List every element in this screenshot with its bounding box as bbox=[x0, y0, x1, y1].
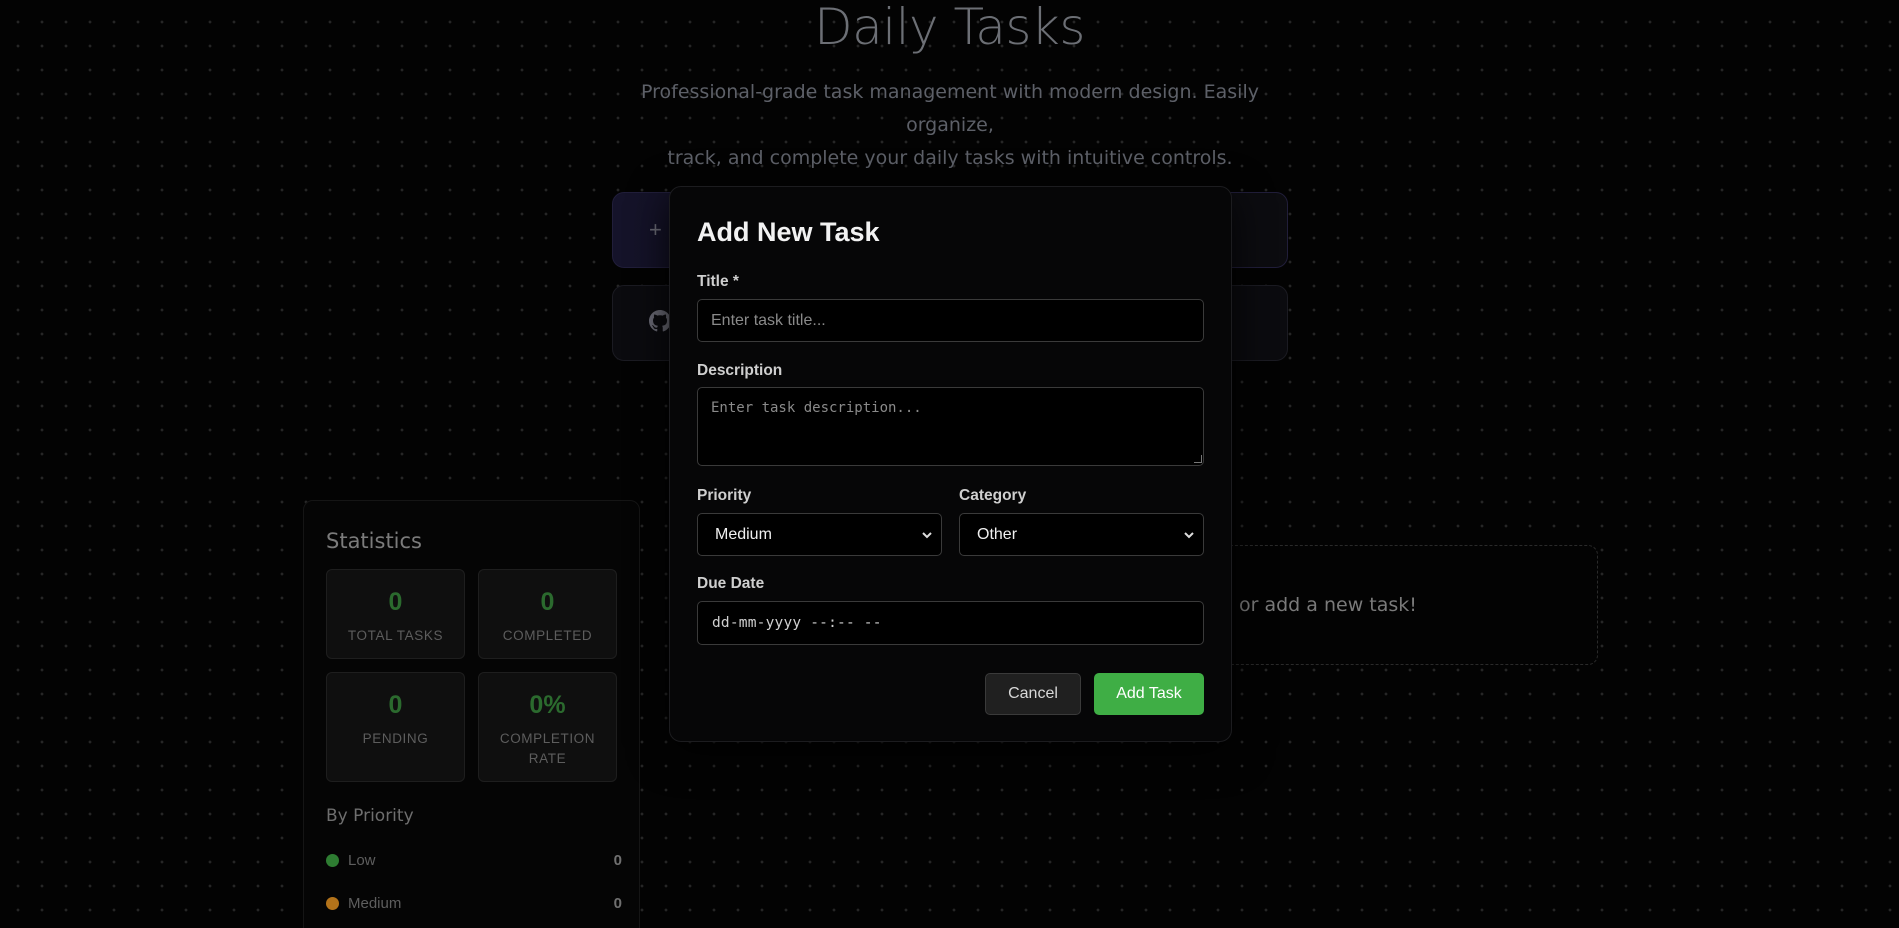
priority-select-value: Medium bbox=[715, 525, 772, 543]
priority-select[interactable]: Medium bbox=[697, 513, 942, 556]
github-icon bbox=[649, 310, 671, 338]
stat-label: Completed bbox=[502, 628, 593, 643]
chevron-down-icon bbox=[1183, 525, 1195, 548]
add-task-button[interactable]: Add Task bbox=[1094, 673, 1204, 715]
stat-label: Pending bbox=[362, 731, 429, 746]
stat-card-pending: 0 Pending bbox=[326, 672, 465, 782]
empty-tasks-state: or add a new task! bbox=[1180, 545, 1598, 665]
priority-name: Low bbox=[348, 852, 376, 869]
statistics-title: Statistics bbox=[326, 529, 422, 553]
hero-description-line: track, and complete your daily tasks wit… bbox=[667, 147, 1233, 169]
priority-count: 0 bbox=[613, 895, 622, 912]
hero-description-line: Professional-grade task management with … bbox=[641, 81, 1259, 136]
category-label: Category bbox=[959, 487, 1027, 504]
priority-label: Priority bbox=[697, 487, 752, 504]
priority-row-medium: Medium 0 bbox=[326, 894, 622, 914]
empty-state-text: or add a new task! bbox=[1239, 594, 1417, 616]
stat-label: Completion Rate bbox=[499, 731, 596, 766]
category-select-value: Other bbox=[977, 525, 1018, 543]
category-select[interactable]: Other bbox=[959, 513, 1204, 556]
statistics-panel: Statistics 0 Total Tasks 0 Completed 0 P… bbox=[303, 500, 640, 928]
stat-value: 0 bbox=[388, 691, 403, 719]
stat-value: 0% bbox=[529, 691, 566, 719]
due-date-label: Due Date bbox=[697, 575, 765, 592]
modal-title: Add New Task bbox=[697, 217, 880, 247]
stat-card-total: 0 Total Tasks bbox=[326, 569, 465, 659]
add-task-modal: Add New Task Title * Description Priorit… bbox=[669, 186, 1232, 742]
priority-row-low: Low 0 bbox=[326, 851, 622, 871]
description-textarea[interactable] bbox=[697, 387, 1204, 466]
resize-grip-icon[interactable] bbox=[1194, 455, 1202, 463]
hero-description: Professional-grade task management with … bbox=[600, 76, 1300, 175]
stat-label: Total Tasks bbox=[347, 628, 444, 643]
title-input[interactable] bbox=[697, 299, 1204, 342]
stat-value: 0 bbox=[540, 588, 555, 616]
hero-title: Daily Tasks bbox=[814, 0, 1085, 56]
stat-card-completed: 0 Completed bbox=[478, 569, 617, 659]
chevron-down-icon bbox=[921, 525, 933, 548]
cancel-button[interactable]: Cancel bbox=[985, 673, 1081, 715]
plus-icon: + bbox=[649, 217, 662, 242]
stat-value: 0 bbox=[388, 588, 403, 616]
description-label: Description bbox=[697, 362, 783, 379]
priority-name: Medium bbox=[348, 895, 402, 912]
page: Daily Tasks Professional-grade task mana… bbox=[0, 0, 1899, 928]
priority-count: 0 bbox=[613, 852, 622, 869]
stat-card-completion-rate: 0% Completion Rate bbox=[478, 672, 617, 782]
due-date-input[interactable]: dd-mm-yyyy --:-- -- bbox=[697, 601, 1204, 645]
priority-dot-medium bbox=[326, 897, 339, 910]
title-label: Title * bbox=[697, 273, 739, 290]
by-priority-title: By Priority bbox=[326, 806, 414, 826]
priority-dot-low bbox=[326, 854, 339, 867]
